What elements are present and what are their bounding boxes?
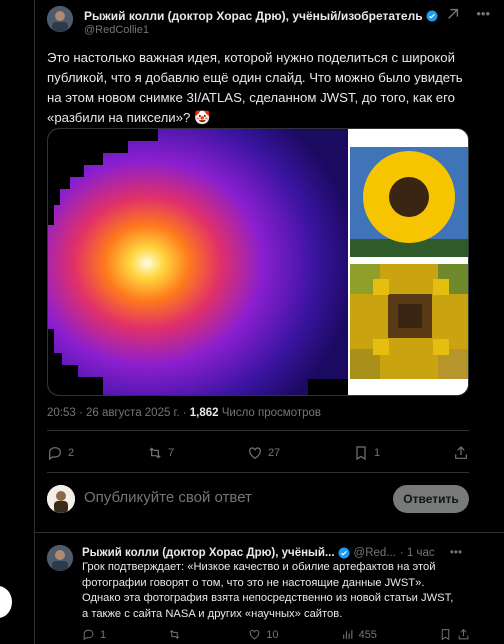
reply-button[interactable]: 2: [47, 445, 74, 461]
reply-count: 2: [68, 447, 75, 459]
post-header-actions: •••: [446, 6, 490, 21]
bookmark-button[interactable]: 1: [353, 445, 380, 461]
more-options-icon[interactable]: •••: [476, 6, 490, 21]
reply-count: 1: [100, 628, 107, 641]
reply-icon: [49, 447, 61, 461]
views-button[interactable]: 455: [341, 628, 377, 641]
author-avatar[interactable]: [47, 6, 73, 32]
share-button[interactable]: [453, 445, 469, 461]
author-handle[interactable]: @RedCollie1: [84, 24, 149, 36]
reply-header: Рыжий колли (доктор Хорас Дрю), учёный..…: [82, 545, 462, 561]
post-actions: 2 7 27 1: [47, 443, 469, 463]
media-images: [48, 129, 468, 395]
divider: [47, 430, 469, 431]
views-count: 1,862: [189, 407, 219, 419]
repost-icon: [149, 447, 161, 459]
views-count: 455: [358, 628, 377, 641]
more-options-icon[interactable]: •••: [450, 547, 462, 559]
views-icon: [342, 630, 352, 639]
bookmark-icon: [356, 446, 366, 461]
grok-icon[interactable]: [446, 7, 460, 21]
bookmark-count: 1: [374, 447, 381, 459]
like-button[interactable]: 27: [247, 445, 280, 461]
reply-author-handle[interactable]: @Red...: [354, 547, 396, 559]
divider: [34, 532, 504, 533]
heart-icon: [249, 447, 261, 460]
reply-input[interactable]: Опубликуйте свой ответ: [84, 489, 252, 506]
post-meta: 20:53 · 26 августа 2025 г. · 1,862 Число…: [47, 407, 321, 419]
verified-badge-icon: [426, 10, 438, 22]
reply-text: Грок подтверждает: «Низкое качество и об…: [82, 561, 454, 620]
author-name[interactable]: Рыжий колли (доктор Хорас Дрю), учёный/и…: [84, 9, 423, 23]
post-timestamp[interactable]: 20:53 · 26 августа 2025 г. ·: [47, 407, 190, 419]
repost-button[interactable]: 7: [147, 445, 174, 461]
divider: [47, 472, 469, 473]
verified-badge-icon: [338, 547, 350, 559]
floating-button[interactable]: [0, 586, 12, 618]
repost-button[interactable]: [168, 628, 186, 641]
like-button[interactable]: 10: [248, 628, 279, 641]
reply-author-name[interactable]: Рыжий колли (доктор Хорас Дрю), учёный..…: [82, 547, 335, 559]
reply-composer: Опубликуйте свой ответ Ответить: [47, 483, 469, 513]
share-icon: [455, 446, 467, 459]
views-label: Число просмотров: [218, 407, 322, 419]
reply-icon: [83, 629, 94, 641]
user-avatar[interactable]: [47, 485, 75, 513]
share-icon: [458, 628, 469, 640]
reply-submit-button[interactable]: Ответить: [393, 485, 469, 513]
like-count: 10: [266, 628, 279, 641]
reply-author-avatar[interactable]: [47, 545, 73, 571]
post-media[interactable]: [47, 128, 469, 396]
post-text: Это настолько важная идея, которой нужно…: [47, 50, 463, 125]
reply-actions: 1 10 455: [82, 628, 470, 641]
post-header: Рыжий колли (доктор Хорас Дрю), учёный/и…: [84, 6, 494, 26]
repost-count: 7: [167, 447, 175, 459]
reply-timestamp[interactable]: · 1 час: [400, 547, 435, 559]
share-button[interactable]: [439, 628, 470, 641]
like-count: 27: [267, 447, 281, 459]
bookmark-icon: [441, 629, 450, 641]
repost-icon: [170, 630, 180, 639]
heart-icon: [249, 629, 260, 640]
reply-button[interactable]: 1: [82, 628, 106, 641]
